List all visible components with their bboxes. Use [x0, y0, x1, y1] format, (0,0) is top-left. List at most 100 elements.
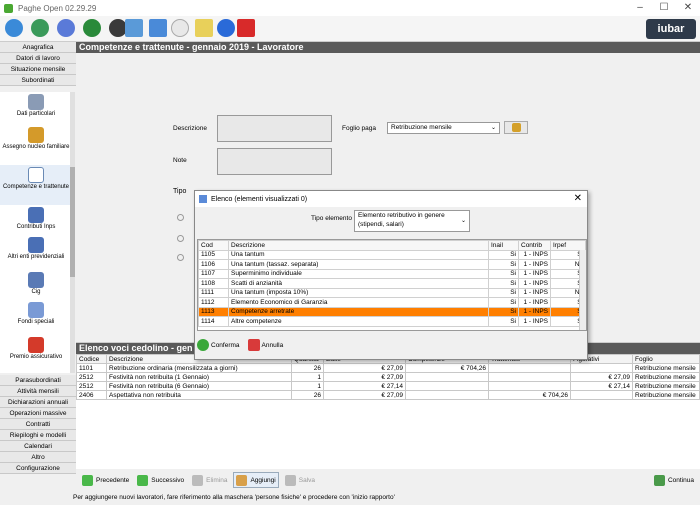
table-row[interactable]: 2512 Festività non retribuita (6 Gennaio)…: [76, 381, 700, 391]
folder-icon[interactable]: [195, 19, 213, 37]
list-item[interactable]: 1114Altre competenzeSi1 - INPSSi: [198, 316, 586, 327]
sidebar-scrollbar[interactable]: [70, 92, 75, 373]
nav-parasubordinati[interactable]: Parasubordinati: [0, 375, 76, 386]
nav-subordinati[interactable]: Subordinati: [0, 75, 76, 86]
refresh-icon[interactable]: [31, 19, 49, 37]
tipo-radio-1[interactable]: [177, 214, 184, 221]
sidebar: Anagrafica Datori di lavoro Situazione m…: [0, 42, 76, 497]
list-item[interactable]: 1108Scatti di anzianitàSi1 - INPSSi: [198, 278, 586, 289]
voci-table: Codice Descrizione Quantità Base Compete…: [76, 354, 700, 400]
sub-item-assegno-nucleo[interactable]: Assegno nucleo familiare: [0, 125, 72, 165]
dialog-close-button[interactable]: ✕: [574, 193, 582, 204]
nav-riepiloghi[interactable]: Riepiloghi e modelli: [0, 430, 76, 441]
salva-button[interactable]: Salva: [283, 472, 317, 488]
nav-altro[interactable]: Altro: [0, 452, 76, 463]
foglio-paga-select[interactable]: Retribuzione mensile ⌄: [387, 122, 500, 134]
close-window-button[interactable]: ✕: [676, 0, 700, 16]
table-scrollbar[interactable]: [579, 250, 586, 330]
table-row[interactable]: 1101 Retribuzione ordinaria (mensilizzata…: [76, 363, 700, 373]
maximize-button[interactable]: ☐: [652, 0, 676, 16]
cross-icon: [247, 339, 260, 351]
help-icon[interactable]: [57, 19, 75, 37]
toolbar: [0, 16, 700, 42]
dialog-title: Elenco (elementi visualizzati 0): [211, 195, 308, 203]
tipo-radio-2[interactable]: [177, 235, 184, 242]
precedente-button[interactable]: Precedente: [80, 472, 131, 488]
col-irpef[interactable]: Irpef: [550, 240, 586, 251]
nav-datori-di-lavoro[interactable]: Datori di lavoro: [0, 53, 76, 64]
elementi-table: Cod Descrizione Inail Contrib Irpef 1105…: [197, 239, 587, 331]
nav-configurazione[interactable]: Configurazione: [0, 463, 76, 474]
note-label: Note: [173, 157, 187, 164]
brush-icon: [511, 123, 521, 132]
table-row[interactable]: 2406 Aspettativa non retribuita 26 € 27,09 €…: [76, 390, 700, 400]
descrizione-field[interactable]: [217, 115, 332, 142]
family-icon: [28, 127, 44, 143]
elenco-dialog: Elenco (elementi visualizzati 0) ✕ Tipo …: [194, 190, 588, 360]
cloud-icon[interactable]: [171, 19, 189, 37]
document-list-icon: [28, 302, 44, 318]
people-icon[interactable]: [5, 19, 23, 37]
col-foglio[interactable]: Foglio: [632, 354, 700, 364]
sub-item-altri-enti[interactable]: Altri enti previdenziali: [0, 235, 72, 270]
list-item[interactable]: 1113Competenze arretrateSi1 - INPSSi: [198, 306, 586, 317]
nav-dichiarazioni-annuali[interactable]: Dichiarazioni annuali: [0, 397, 76, 408]
nav-contratti[interactable]: Contratti: [0, 419, 76, 430]
continua-button[interactable]: Continua: [652, 472, 696, 488]
status-bar: Per aggiungere nuovi lavoratori, fare ri…: [0, 490, 700, 505]
list-item[interactable]: 1111Una tantum (imposta 10%)Si1 - INPSNo: [198, 287, 586, 298]
list-item[interactable]: 1107Superminimo individualeSi1 - INPSSi: [198, 268, 586, 279]
annulla-button[interactable]: Annulla: [247, 339, 283, 351]
footer-toolbar: Precedente Successivo Elimina Aggiungi S…: [76, 470, 700, 490]
list-item[interactable]: 1112 Elemento Economico di Garanzia Si 1 - …: [198, 297, 586, 308]
network-icon[interactable]: [125, 19, 143, 37]
info-circle-icon[interactable]: [83, 19, 101, 37]
nav-anagrafica[interactable]: Anagrafica: [0, 42, 76, 53]
ribbon-icon: [28, 337, 44, 353]
col-cod[interactable]: Cod: [198, 240, 229, 251]
nav-operazioni-massive[interactable]: Operazioni massive: [0, 408, 76, 419]
arrow-up-icon: [82, 474, 93, 486]
exit-icon[interactable]: [237, 19, 255, 37]
col-codice[interactable]: Codice: [76, 354, 107, 364]
nav-attivita-mensili[interactable]: Attività mensili: [0, 386, 76, 397]
minimize-button[interactable]: –: [628, 0, 652, 16]
sub-item-fondi-speciali[interactable]: Fondi speciali: [0, 300, 72, 335]
col-descrizione[interactable]: Descrizione: [228, 240, 489, 251]
page-title: Competenze e trattenute - gennaio 2019 -…: [76, 42, 700, 53]
computer-icon[interactable]: [149, 19, 167, 37]
table-delete-icon: [192, 474, 204, 486]
conferma-button[interactable]: Conferma: [197, 339, 240, 351]
tipo-elemento-select[interactable]: Elemento retributivo in genere (stipendi…: [354, 210, 470, 232]
list-item[interactable]: 1105Una tantumSi1 - INPSSi: [198, 249, 586, 260]
successivo-button[interactable]: Successivo: [135, 472, 186, 488]
dialog-title-bar: Elenco (elementi visualizzati 0) ✕: [195, 191, 587, 207]
arrow-down-icon: [137, 474, 149, 486]
tipo-radio-3[interactable]: [177, 254, 184, 261]
table-row[interactable]: 2512 Festività non retribuita (1 Gennaio)…: [76, 372, 700, 382]
col-inail[interactable]: Inail: [488, 240, 519, 251]
sub-item-dati-particolari[interactable]: Dati particolari: [0, 92, 72, 125]
alert-icon[interactable]: [217, 19, 235, 37]
window-title: Paghe Open 02.29.29: [18, 3, 97, 13]
note-field[interactable]: [217, 148, 332, 175]
nav-situazione-mensile[interactable]: Situazione mensile: [0, 64, 76, 75]
list-item[interactable]: 1106 Una tantum (tassaz. separata) Si 1 - I…: [198, 259, 586, 270]
calculator-icon: [28, 94, 44, 110]
app-icon: [4, 3, 13, 13]
brush-button[interactable]: [504, 121, 528, 134]
elimina-button[interactable]: Elimina: [190, 472, 229, 488]
chevron-down-icon: ⌄: [490, 125, 497, 131]
sub-item-premio-assicurativo[interactable]: Premio assicurativo: [0, 335, 72, 373]
document-icon: [28, 167, 44, 183]
percent-icon: [28, 237, 44, 253]
sub-item-contributi-inps[interactable]: Contributi Inps: [0, 205, 72, 235]
nav-calendari[interactable]: Calendari: [0, 441, 76, 452]
aggiungi-button[interactable]: Aggiungi: [233, 472, 279, 488]
sub-item-cig[interactable]: Cig: [0, 270, 72, 300]
scrollbar-thumb[interactable]: [70, 167, 75, 277]
window-icon: [199, 195, 207, 203]
factory-icon: [28, 272, 44, 288]
col-contrib[interactable]: Contrib: [518, 240, 551, 251]
sub-item-competenze[interactable]: Competenze e trattenute: [0, 165, 72, 205]
